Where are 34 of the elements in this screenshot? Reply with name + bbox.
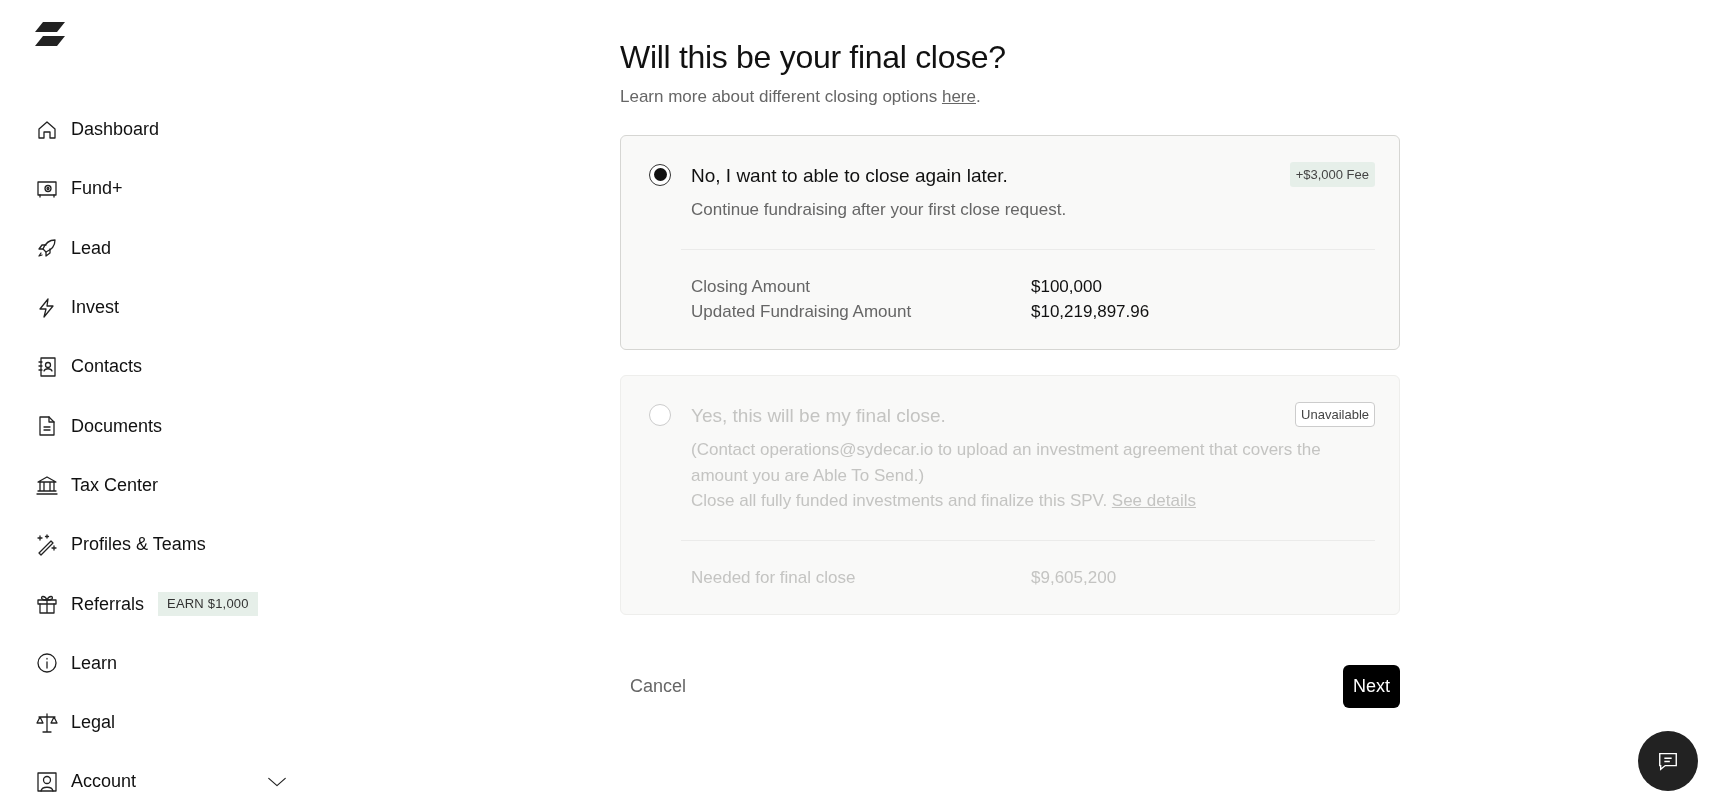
nav-item[interactable]: Contacts bbox=[35, 337, 300, 397]
amount-value: $10,219,897.96 bbox=[1031, 301, 1150, 324]
amount-value: $100,000 bbox=[1031, 275, 1102, 298]
nav-item[interactable]: Learn bbox=[35, 633, 300, 693]
next-button[interactable]: Next bbox=[1343, 665, 1400, 709]
nav-item[interactable]: Lead bbox=[35, 218, 300, 278]
nav-item[interactable]: Fund+ bbox=[35, 159, 300, 219]
amount-label: Updated Fundraising Amount bbox=[691, 301, 913, 324]
cancel-button[interactable]: Cancel bbox=[620, 667, 697, 707]
fee-badge: +$3,000 Fee bbox=[1289, 161, 1375, 188]
nav-item[interactable]: Documents bbox=[35, 396, 300, 456]
nav-item[interactable]: Invest bbox=[35, 277, 300, 338]
status-badge: Unavailable bbox=[1295, 401, 1375, 428]
nav-item[interactable]: Profiles & Teams bbox=[35, 515, 300, 575]
logo[interactable] bbox=[35, 22, 65, 48]
magic-wand-icon bbox=[35, 532, 59, 557]
nav-item[interactable]: Referrals EARN $1,000 bbox=[35, 574, 300, 634]
nav-item[interactable]: Legal bbox=[35, 692, 300, 753]
info-icon bbox=[35, 651, 59, 676]
option-description: Continue fundraising after your first close request. bbox=[691, 199, 1068, 222]
account-icon bbox=[35, 769, 59, 794]
option-card[interactable]: No, I want to able to close again later. +$3,000 Fee Continue fundraising after your first close request. Closing Amount $100,000 Updated Fundraising Amount $10,219,897.96 bbox=[620, 134, 1400, 350]
option-title: No, I want to able to close again later. bbox=[691, 163, 1008, 188]
nav-item[interactable]: Dashboard bbox=[35, 100, 300, 160]
page-title: Will this be your final close? bbox=[620, 38, 1007, 77]
radio-button[interactable] bbox=[649, 163, 671, 186]
amount-label: Closing Amount bbox=[691, 275, 812, 298]
earn-badge: EARN $1,000 bbox=[158, 592, 258, 616]
chat-button[interactable] bbox=[1638, 731, 1698, 791]
nav-item[interactable]: Account bbox=[35, 752, 300, 806]
chat-icon bbox=[1657, 750, 1679, 772]
here-link[interactable]: here bbox=[941, 87, 976, 107]
subtitle: Learn more about different closing options here. bbox=[620, 86, 982, 109]
nav-item[interactable]: Tax Center bbox=[35, 455, 300, 516]
